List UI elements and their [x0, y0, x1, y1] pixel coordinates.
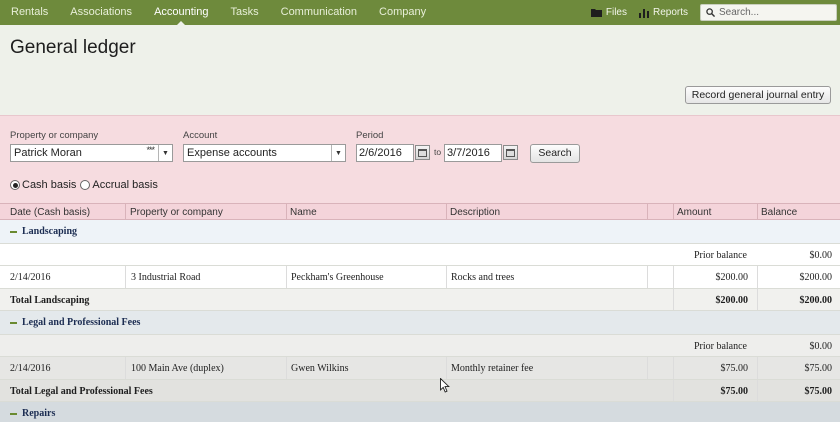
nav-tasks[interactable]: Tasks: [220, 0, 270, 25]
total-amount: $200.00: [715, 295, 749, 306]
row-date: 2/14/2016: [10, 272, 51, 283]
row-date: 2/14/2016: [10, 363, 51, 374]
folder-icon: [590, 9, 602, 17]
row-description: Monthly retainer fee: [451, 363, 534, 374]
period-label: Period: [356, 130, 384, 141]
ledger-table: Date (Cash basis) Property or company Na…: [0, 203, 840, 422]
prior-balance-value: $0.00: [809, 250, 833, 261]
group-row-landscaping[interactable]: Landscaping: [0, 220, 840, 244]
header-date[interactable]: Date (Cash basis): [10, 207, 90, 218]
nav-communication[interactable]: Communication: [270, 0, 368, 25]
row-balance: $200.00: [799, 272, 833, 283]
top-navigation: Rentals Associations Accounting Tasks Co…: [0, 0, 840, 26]
header-description[interactable]: Description: [450, 207, 500, 218]
reports-label: Reports: [652, 7, 688, 18]
prior-balance-label: Prior balance: [693, 250, 747, 261]
header-balance[interactable]: Balance: [761, 207, 797, 218]
header-name[interactable]: Name: [290, 207, 317, 218]
nav-accounting[interactable]: Accounting: [143, 0, 219, 26]
global-search-input[interactable]: [719, 7, 829, 18]
table-row[interactable]: 2/14/2016 100 Main Ave (duplex) Gwen Wil…: [0, 357, 840, 380]
total-amount: $75.00: [720, 386, 749, 397]
group-row-repairs[interactable]: Repairs: [0, 402, 840, 422]
search-icon: [706, 8, 715, 17]
filter-panel: Property or company Patrick Moran *** ▼ …: [0, 115, 840, 203]
group-row-legal-professional-fees[interactable]: Legal and Professional Fees: [0, 311, 840, 335]
row-description: Rocks and trees: [451, 272, 515, 283]
prior-balance-value: $0.00: [809, 341, 833, 352]
row-balance: $75.00: [804, 363, 833, 374]
group-name: Legal and Professional Fees: [22, 317, 141, 328]
total-label: Total Legal and Professional Fees: [10, 386, 153, 397]
total-label: Total Landscaping: [10, 295, 90, 306]
group-name: Repairs: [22, 408, 56, 419]
property-value: Patrick Moran: [14, 147, 82, 159]
header-amount[interactable]: Amount: [677, 207, 711, 218]
table-header: Date (Cash basis) Property or company Na…: [0, 203, 840, 220]
calendar-icon[interactable]: [503, 145, 518, 160]
period-to-input[interactable]: 3/7/2016: [444, 144, 502, 162]
row-amount: $200.00: [715, 272, 749, 283]
total-row: Total Landscaping $200.00 $200.00: [0, 289, 840, 311]
row-name: Gwen Wilkins: [291, 363, 349, 374]
chevron-down-icon: ▼: [331, 145, 345, 161]
account-select[interactable]: Expense accounts ▼: [183, 144, 346, 162]
basis-radio-group: Cash basis Accrual basis: [10, 179, 158, 191]
nav-company[interactable]: Company: [368, 0, 437, 25]
row-property: 3 Industrial Road: [131, 272, 201, 283]
prior-balance-label: Prior balance: [693, 341, 747, 352]
nav-rentals[interactable]: Rentals: [0, 0, 59, 25]
prior-balance-row: Prior balance $0.00: [0, 335, 840, 357]
nav-associations[interactable]: Associations: [59, 0, 143, 25]
record-journal-entry-button[interactable]: Record general journal entry: [685, 86, 831, 104]
cash-basis-label: Cash basis: [22, 179, 77, 191]
property-select[interactable]: Patrick Moran *** ▼: [10, 144, 173, 162]
table-row[interactable]: 2/14/2016 3 Industrial Road Peckham's Gr…: [0, 266, 840, 289]
group-name: Landscaping: [22, 226, 78, 237]
prior-balance-row: Prior balance $0.00: [0, 244, 840, 266]
account-label: Account: [183, 130, 218, 141]
total-row: Total Legal and Professional Fees $75.00…: [0, 380, 840, 402]
page-title: General ledger: [10, 37, 136, 58]
period-from-input[interactable]: 2/6/2016: [356, 144, 414, 162]
property-dots: ***: [146, 145, 154, 155]
total-balance: $75.00: [804, 386, 833, 397]
accrual-basis-label: Accrual basis: [92, 179, 158, 191]
account-value: Expense accounts: [187, 147, 277, 159]
period-to-label: to: [434, 147, 442, 157]
nav-tools: Files Reports: [590, 0, 840, 25]
row-amount: $75.00: [720, 363, 749, 374]
collapse-icon[interactable]: [10, 231, 17, 233]
mouse-cursor-icon: [440, 378, 450, 393]
collapse-icon[interactable]: [10, 322, 17, 324]
header-property[interactable]: Property or company: [130, 207, 223, 218]
row-name: Peckham's Greenhouse: [291, 272, 384, 283]
calendar-icon[interactable]: [415, 145, 430, 160]
total-balance: $200.00: [799, 295, 833, 306]
search-button[interactable]: Search: [530, 144, 580, 163]
accrual-basis-radio[interactable]: [80, 180, 91, 190]
chevron-down-icon: ▼: [158, 145, 172, 161]
collapse-icon[interactable]: [10, 413, 17, 415]
reports-link[interactable]: Reports: [638, 7, 688, 18]
row-property: 100 Main Ave (duplex): [131, 363, 224, 374]
title-area: General ledger Record general journal en…: [0, 25, 840, 115]
files-label: Files: [605, 7, 627, 18]
files-link[interactable]: Files: [590, 7, 627, 18]
global-search[interactable]: [700, 4, 837, 21]
cash-basis-radio[interactable]: [10, 180, 20, 190]
bar-chart-icon: [638, 8, 649, 18]
property-label: Property or company: [10, 130, 99, 141]
